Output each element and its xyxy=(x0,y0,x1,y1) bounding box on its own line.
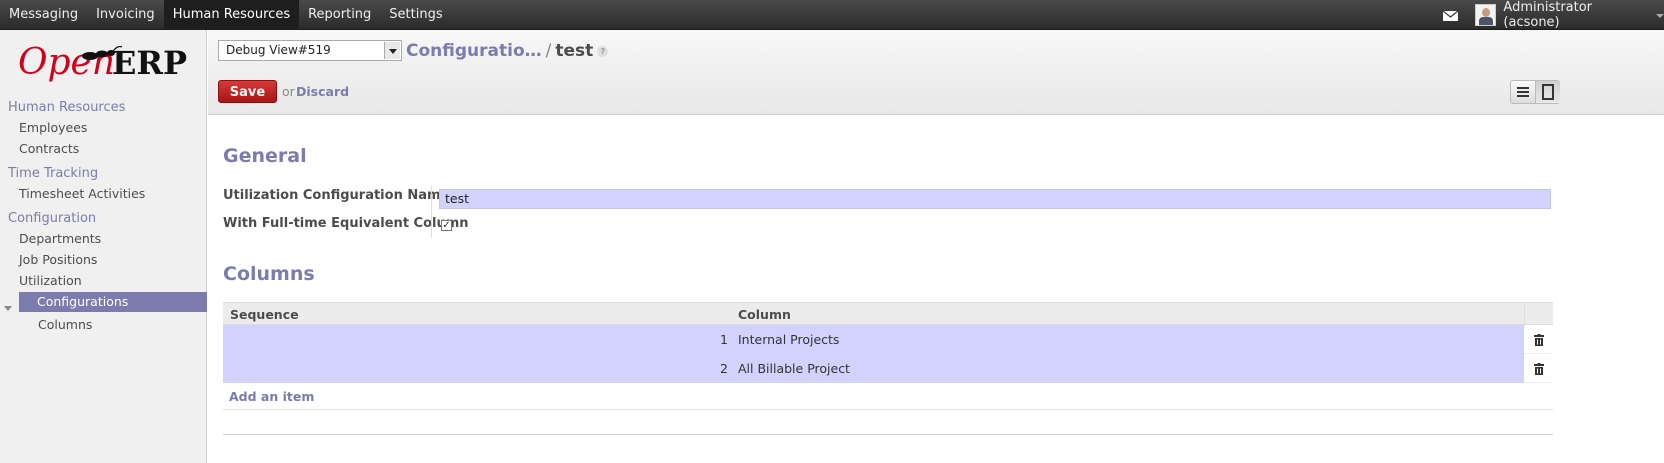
sidebar-item-employees[interactable]: Employees xyxy=(19,120,87,135)
sidebar-item-contracts[interactable]: Contracts xyxy=(19,141,79,156)
sidebar-item-utilization[interactable]: Utilization xyxy=(19,273,82,288)
logo-erp: ERP xyxy=(112,44,188,82)
fte-checkbox[interactable]: ✓ xyxy=(441,220,452,231)
sidebar-item-configurations[interactable]: Configurations xyxy=(19,292,207,312)
sidebar: Open ERP Human Resources Employees Contr… xyxy=(0,30,207,463)
header-sequence[interactable]: Sequence xyxy=(230,307,299,322)
sidebar-item-columns[interactable]: Columns xyxy=(38,317,92,332)
table-row[interactable]: 1 Internal Projects xyxy=(223,325,1553,354)
header-column[interactable]: Column xyxy=(738,307,791,322)
form-icon xyxy=(1542,84,1554,100)
mail-icon[interactable] xyxy=(1443,11,1458,21)
breadcrumb-separator: / xyxy=(545,41,552,61)
row-highlight xyxy=(223,354,1524,383)
row-column: Internal Projects xyxy=(738,332,840,347)
save-button[interactable]: Save xyxy=(218,80,277,103)
debug-view-select[interactable]: Debug View#519 xyxy=(218,40,402,61)
breadcrumb: Configuratio… / test? xyxy=(406,41,609,61)
avatar xyxy=(1475,4,1497,26)
field-divider xyxy=(431,186,432,238)
discard-link[interactable]: Discard xyxy=(296,84,349,99)
menu-human-resources[interactable]: Human Resources xyxy=(163,0,300,30)
table-header: Sequence Column xyxy=(223,302,1553,326)
user-name: Administrator (acsone) xyxy=(1503,0,1593,30)
menu-invoicing[interactable]: Invoicing xyxy=(87,0,164,30)
sidebar-item-job-positions[interactable]: Job Positions xyxy=(19,252,97,267)
view-header: Debug View#519 Configuratio… / test? Save … xyxy=(208,30,1664,115)
table-row[interactable]: 2 All Billable Project xyxy=(223,354,1553,383)
menu-messaging[interactable]: Messaging xyxy=(0,0,87,30)
view-switcher xyxy=(1510,80,1560,104)
sidebar-section-configuration[interactable]: Configuration xyxy=(8,211,96,226)
menu-settings[interactable]: Settings xyxy=(380,0,451,30)
debug-view-value: Debug View#519 xyxy=(226,43,331,57)
header-divider xyxy=(1524,303,1525,326)
help-icon[interactable]: ? xyxy=(597,45,609,57)
row-column: All Billable Project xyxy=(738,361,850,376)
general-section-title: General xyxy=(223,145,307,167)
sidebar-section-time-tracking[interactable]: Time Tracking xyxy=(8,166,98,181)
row-highlight xyxy=(223,325,1524,354)
or-text: or xyxy=(282,84,295,99)
breadcrumb-parent[interactable]: Configuratio… xyxy=(406,41,542,61)
list-icon xyxy=(1517,87,1529,97)
top-navbar: Messaging Invoicing Human Resources Repo… xyxy=(0,0,1664,30)
dropdown-arrow-icon[interactable] xyxy=(384,42,400,59)
row-sequence: 1 xyxy=(720,332,728,347)
user-menu[interactable]: Administrator (acsone) xyxy=(1475,0,1664,30)
trash-icon[interactable] xyxy=(1534,363,1544,375)
row-sequence: 2 xyxy=(720,361,728,376)
add-item-link[interactable]: Add an item xyxy=(229,389,314,404)
table-bottom-line xyxy=(223,409,1553,410)
expand-triangle-icon[interactable] xyxy=(4,306,12,311)
columns-section-title: Columns xyxy=(223,263,315,285)
form-bottom-line xyxy=(223,434,1553,435)
form-view-button[interactable] xyxy=(1535,81,1560,103)
breadcrumb-current: test xyxy=(555,41,594,61)
chevron-down-icon xyxy=(1656,13,1664,18)
name-label: Utilization Configuration Name xyxy=(223,188,450,203)
trash-icon[interactable] xyxy=(1534,334,1544,346)
menu-reporting[interactable]: Reporting xyxy=(299,0,380,30)
top-menu: Messaging Invoicing Human Resources Repo… xyxy=(0,0,452,30)
list-view-button[interactable] xyxy=(1511,81,1535,103)
sidebar-item-timesheet-activities[interactable]: Timesheet Activities xyxy=(19,186,145,201)
name-field[interactable]: test xyxy=(439,189,1551,209)
sidebar-section-human-resources[interactable]: Human Resources xyxy=(8,100,125,115)
sidebar-item-departments[interactable]: Departments xyxy=(19,231,101,246)
